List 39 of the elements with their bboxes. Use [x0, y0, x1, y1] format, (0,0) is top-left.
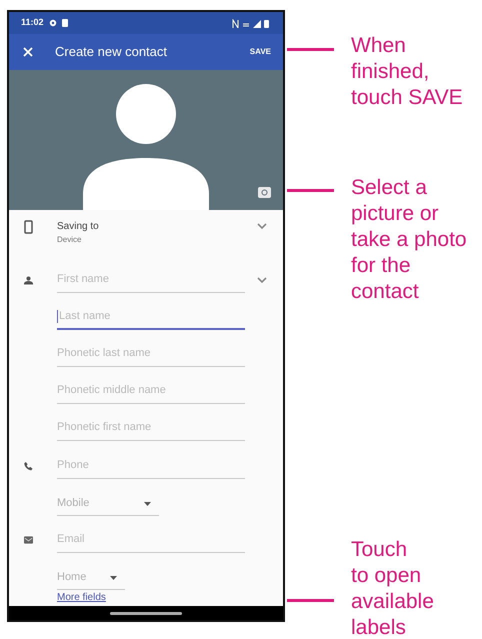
- close-icon: [23, 47, 33, 57]
- home-handle[interactable]: [110, 612, 182, 614]
- leader-line: [287, 599, 334, 602]
- text-field[interactable]: Phonetic last name: [57, 341, 245, 367]
- text-field[interactable]: First name: [57, 267, 245, 293]
- chevron-down-icon[interactable]: [257, 276, 267, 284]
- person-silhouette-icon: [83, 84, 209, 210]
- account-name: Device: [57, 234, 82, 246]
- camera-icon: [261, 189, 268, 196]
- leader-line: [287, 48, 334, 51]
- callout-text: When finished, touch SAVE: [351, 33, 463, 111]
- text-field[interactable]: Phonetic middle name: [57, 378, 245, 404]
- callout-text: Touch to open available labels: [351, 537, 434, 639]
- label-dropdown[interactable]: Mobile: [57, 492, 159, 516]
- sim-card-icon: [62, 19, 68, 27]
- saving-to-label: Saving to: [57, 220, 100, 234]
- contact-photo-area[interactable]: [9, 70, 283, 210]
- phone-icon: [24, 461, 33, 471]
- camera-button[interactable]: [258, 187, 271, 198]
- more-fields-link[interactable]: More fields: [57, 590, 106, 605]
- label-dropdown[interactable]: Home: [57, 566, 125, 590]
- phone-device-icon: [24, 220, 33, 234]
- text-field[interactable]: Last name: [57, 304, 245, 330]
- close-button[interactable]: [21, 45, 35, 59]
- gear-icon: [48, 19, 57, 27]
- chevron-down-icon[interactable]: [257, 223, 267, 230]
- leader-line: [287, 189, 334, 192]
- callout-text: Select a picture or take a photo for the contact: [351, 175, 467, 305]
- dropdown-arrow-icon: [110, 576, 117, 580]
- status-icons: [231, 18, 271, 28]
- dropdown-arrow-icon: [144, 502, 151, 506]
- person-icon: [24, 276, 33, 284]
- screen-title: Create new contact: [55, 43, 168, 62]
- text-field[interactable]: Phone: [57, 453, 245, 479]
- text-field[interactable]: Email: [57, 527, 245, 553]
- envelope-icon: [24, 536, 33, 544]
- status-time: 11:02: [21, 16, 44, 30]
- text-field[interactable]: Phonetic first name: [57, 415, 245, 441]
- save-button[interactable]: SAVE: [250, 46, 271, 58]
